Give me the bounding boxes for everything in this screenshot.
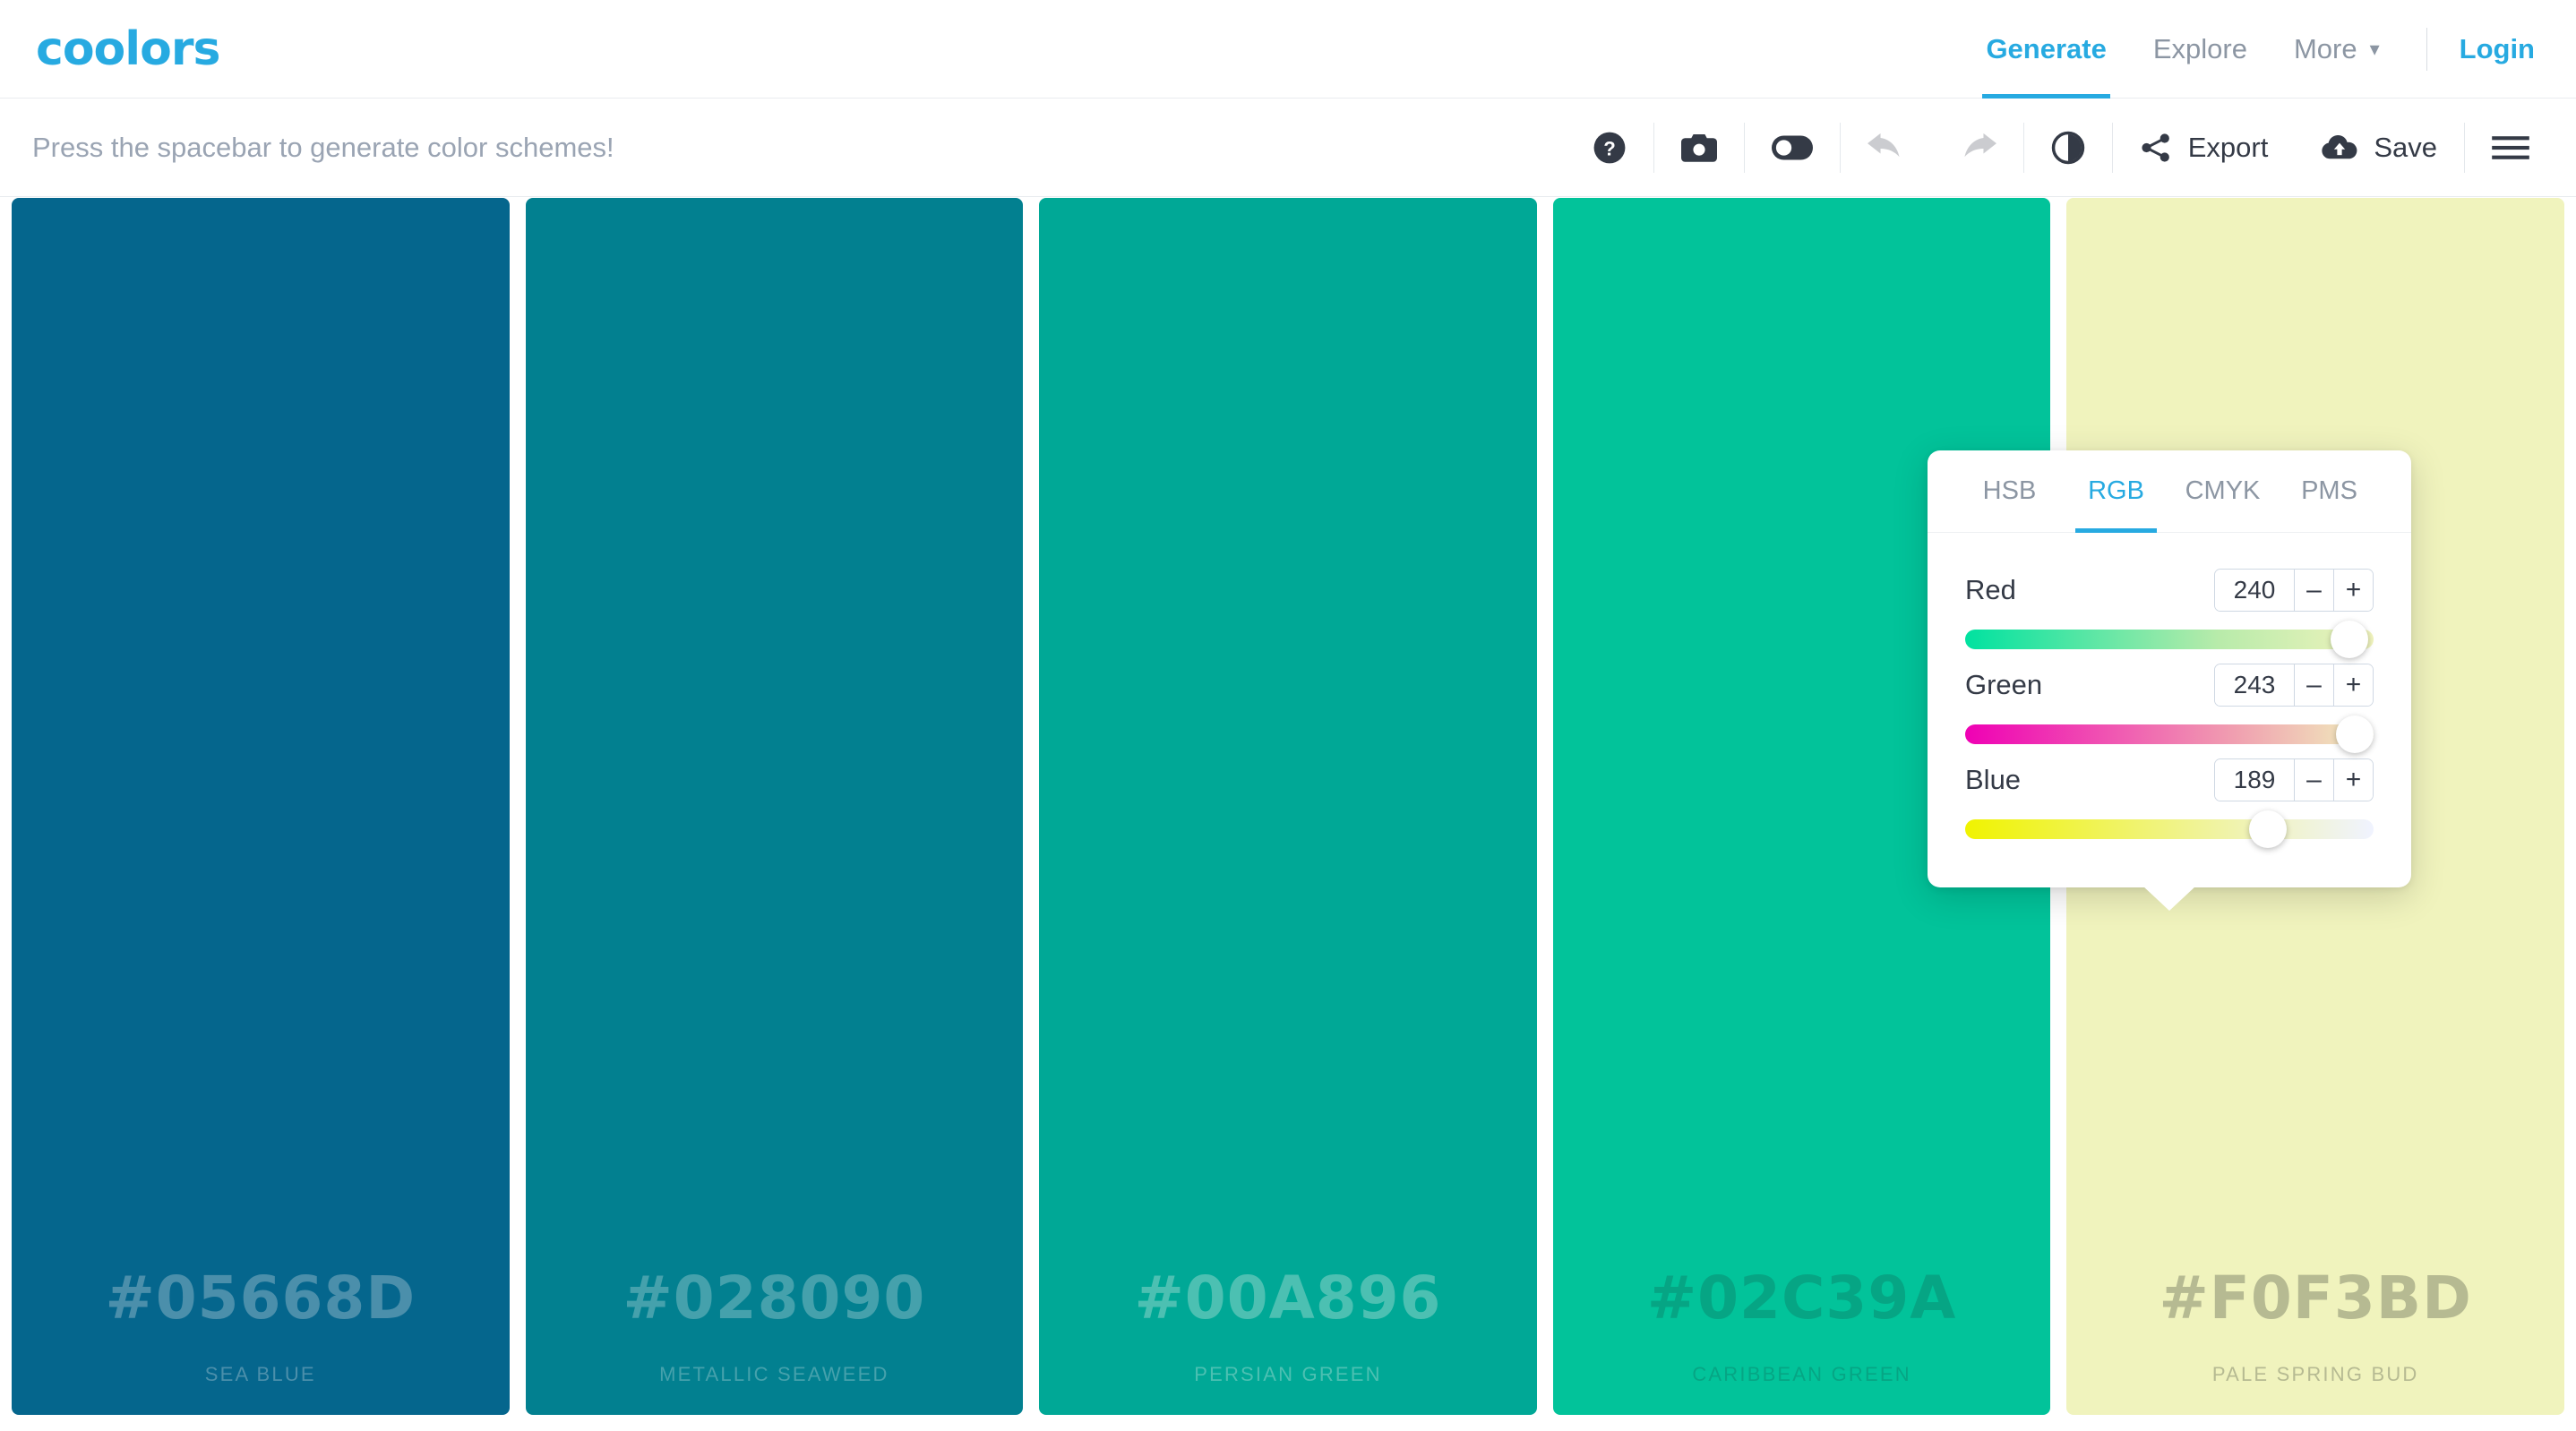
- red-label: Red: [1965, 574, 2016, 605]
- blue-label: Blue: [1965, 764, 2022, 795]
- save-label: Save: [2374, 131, 2437, 163]
- login-button[interactable]: Login: [2451, 0, 2576, 99]
- blue-stepper[interactable]: 189 – +: [2214, 758, 2374, 801]
- nav-item-more-label: More: [2293, 32, 2357, 64]
- undo-icon: [1867, 133, 1905, 163]
- hamburger-menu-icon: [2492, 133, 2529, 162]
- red-stepper[interactable]: 240 – +: [2214, 569, 2374, 612]
- redo-icon: [1959, 133, 1996, 163]
- save-button[interactable]: Save: [2295, 99, 2464, 197]
- color-model-tabs: HSB RGB CMYK PMS: [1928, 450, 2411, 533]
- camera-icon: [1680, 133, 1717, 163]
- export-label: Export: [2187, 131, 2269, 163]
- tab-pms[interactable]: PMS: [2276, 450, 2383, 532]
- share-icon: [2140, 132, 2172, 164]
- help-circle-icon: ?: [1593, 131, 1627, 165]
- toolbar-actions: ? Export Save: [1566, 99, 2576, 197]
- export-button[interactable]: Export: [2113, 99, 2296, 197]
- swatch-name: METALLIC SEAWEED: [659, 1363, 889, 1385]
- contrast-button[interactable]: [2024, 99, 2112, 197]
- red-decrement-button[interactable]: –: [2294, 570, 2333, 611]
- red-slider-track: [1965, 630, 2374, 649]
- red-increment-button[interactable]: +: [2333, 570, 2373, 611]
- swatch-hex[interactable]: #F0F3BD: [2159, 1264, 2471, 1332]
- color-swatch[interactable]: #00A896 PERSIAN GREEN: [1039, 198, 1537, 1415]
- screenshot-button[interactable]: [1654, 99, 1744, 197]
- green-slider-thumb[interactable]: [2335, 716, 2374, 753]
- nav-item-generate-label: Generate: [1986, 32, 2107, 64]
- channel-row-blue: Blue 189 – +: [1965, 758, 2374, 801]
- undo-button[interactable]: [1841, 99, 1932, 197]
- swatch-hex[interactable]: #028090: [623, 1264, 925, 1332]
- channel-row-red: Red 240 – +: [1965, 569, 2374, 612]
- green-increment-button[interactable]: +: [2333, 664, 2373, 706]
- nav-item-explore-label: Explore: [2152, 32, 2247, 64]
- color-swatch[interactable]: #028090 METALLIC SEAWEED: [525, 198, 1024, 1415]
- green-value[interactable]: 243: [2215, 664, 2294, 706]
- blue-value[interactable]: 189: [2215, 759, 2294, 801]
- tab-rgb-label: RGB: [2088, 476, 2144, 505]
- nav-item-more[interactable]: More ▾: [2271, 0, 2403, 99]
- swatch-name: PALE SPRING BUD: [2211, 1363, 2419, 1385]
- coolors-logo[interactable]: coolors: [36, 22, 220, 76]
- nav-divider: [2426, 27, 2427, 71]
- action-toolbar: Press the spacebar to generate color sch…: [0, 99, 2576, 197]
- tab-hsb[interactable]: HSB: [1956, 450, 2063, 532]
- nav-item-generate[interactable]: Generate: [1962, 0, 2129, 99]
- chevron-down-icon: ▾: [2369, 37, 2380, 60]
- tab-pms-label: PMS: [2301, 476, 2357, 505]
- redo-button[interactable]: [1932, 99, 2023, 197]
- channel-row-green: Green 243 – +: [1965, 664, 2374, 707]
- swatch-hex[interactable]: #00A896: [1134, 1264, 1441, 1332]
- green-decrement-button[interactable]: –: [2294, 664, 2333, 706]
- menu-button[interactable]: [2465, 99, 2556, 197]
- cloud-upload-icon: [2322, 133, 2357, 162]
- view-toggle-button[interactable]: [1745, 99, 1840, 197]
- tab-rgb[interactable]: RGB: [2063, 450, 2169, 533]
- green-stepper[interactable]: 243 – +: [2214, 664, 2374, 707]
- toggle-switch-icon: [1771, 134, 1813, 160]
- blue-slider-track: [1965, 819, 2374, 839]
- swatch-name: PERSIAN GREEN: [1194, 1363, 1382, 1385]
- green-slider[interactable]: [1965, 716, 2374, 753]
- blue-increment-button[interactable]: +: [2333, 759, 2373, 801]
- green-slider-track: [1965, 724, 2374, 744]
- color-swatch[interactable]: #05668D SEA BLUE: [12, 198, 510, 1415]
- red-slider-thumb[interactable]: [2331, 621, 2369, 658]
- blue-slider[interactable]: [1965, 810, 2374, 848]
- spacebar-hint: Press the spacebar to generate color sch…: [32, 131, 614, 163]
- color-picker-popover: HSB RGB CMYK PMS Red 240 – + Green 243 –…: [1928, 450, 2411, 887]
- swatch-hex[interactable]: #05668D: [105, 1264, 416, 1332]
- site-header: coolors Generate Explore More ▾ Login: [0, 0, 2576, 99]
- red-value[interactable]: 240: [2215, 570, 2294, 611]
- main-navigation: Generate Explore More ▾ Login: [1962, 0, 2576, 99]
- svg-text:?: ?: [1603, 137, 1616, 159]
- tab-hsb-label: HSB: [1982, 476, 2037, 505]
- tab-cmyk-label: CMYK: [2185, 476, 2261, 505]
- green-label: Green: [1965, 669, 2043, 700]
- contrast-icon: [2051, 131, 2085, 165]
- tab-cmyk[interactable]: CMYK: [2169, 450, 2276, 532]
- red-slider[interactable]: [1965, 621, 2374, 658]
- swatch-hex[interactable]: #02C39A: [1647, 1264, 1957, 1332]
- blue-decrement-button[interactable]: –: [2294, 759, 2333, 801]
- rgb-channels: Red 240 – + Green 243 – + Blue 189 – +: [1928, 533, 2411, 848]
- blue-slider-thumb[interactable]: [2248, 810, 2287, 848]
- swatch-name: CARIBBEAN GREEN: [1692, 1363, 1911, 1385]
- nav-item-explore[interactable]: Explore: [2130, 0, 2271, 99]
- help-button[interactable]: ?: [1566, 99, 1653, 197]
- swatch-name: SEA BLUE: [204, 1363, 316, 1385]
